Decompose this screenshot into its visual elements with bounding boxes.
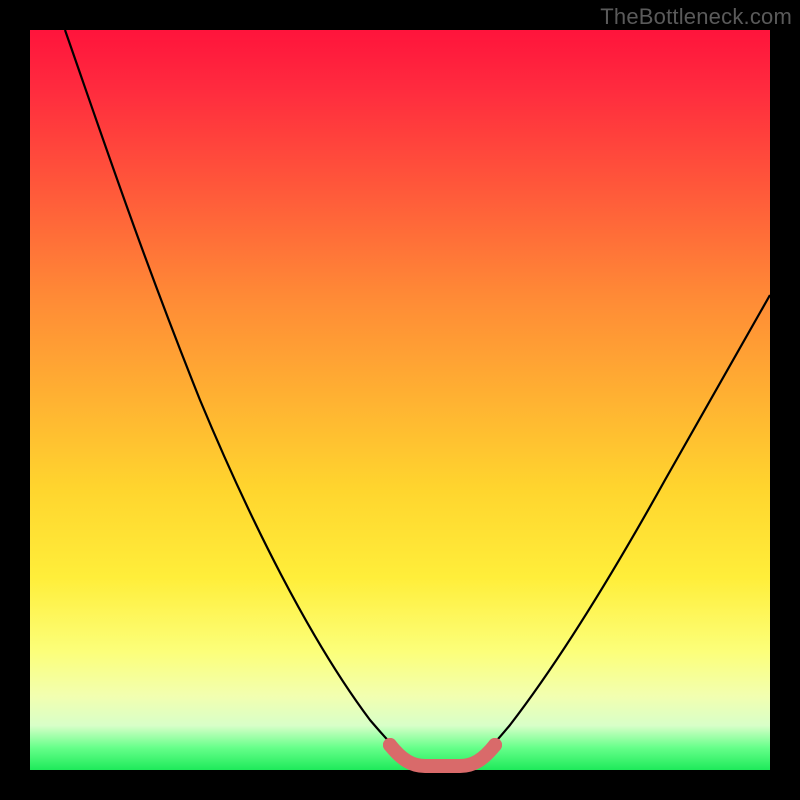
highlight-segment <box>390 745 495 766</box>
curve-path <box>65 30 770 766</box>
plot-area <box>30 30 770 770</box>
chart-frame: TheBottleneck.com <box>0 0 800 800</box>
bottleneck-curve <box>30 30 770 770</box>
highlight-dot-left <box>383 738 397 752</box>
highlight-dot-right <box>488 738 502 752</box>
watermark-text: TheBottleneck.com <box>600 4 792 30</box>
